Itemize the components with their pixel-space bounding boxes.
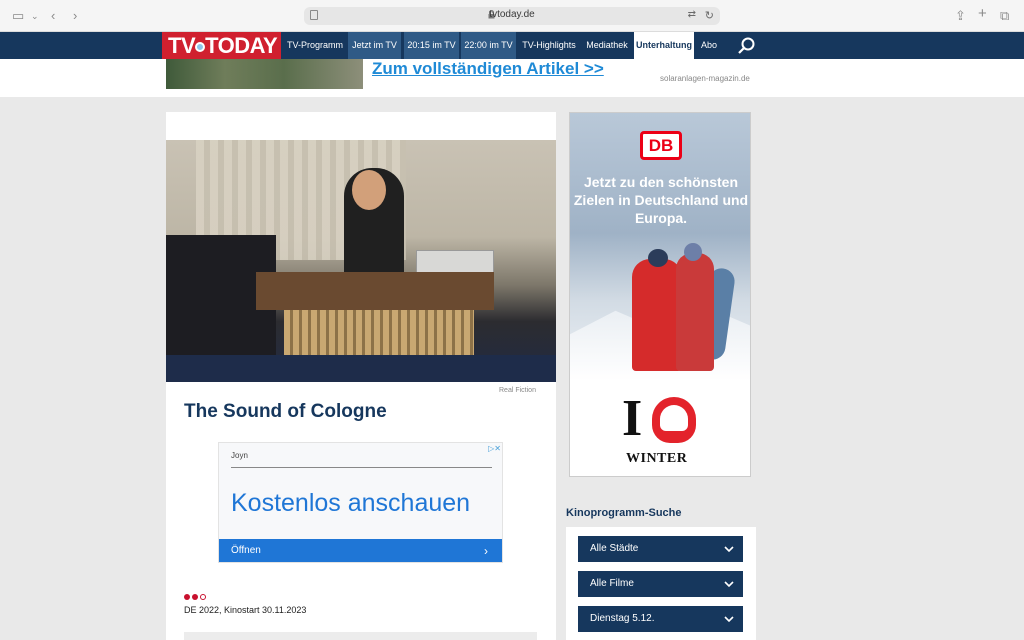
joyn-divider bbox=[231, 467, 492, 468]
tabs-overview-icon[interactable]: ⧉ bbox=[1000, 8, 1009, 24]
film-select[interactable]: Alle Filme bbox=[578, 571, 743, 597]
chevron-down-icon[interactable]: ⌄ bbox=[31, 8, 39, 24]
db-ad-text: Jetzt zu den schönsten Zielen in Deutsch… bbox=[573, 174, 749, 226]
nav-abo[interactable]: Abo bbox=[696, 32, 722, 59]
rating-dot-filled bbox=[184, 594, 190, 600]
logo-letter-i: I bbox=[622, 390, 643, 447]
chevron-down-icon bbox=[724, 546, 734, 553]
rating-dots bbox=[184, 587, 208, 605]
browser-toolbar: ▭ ⌄ ‹ › tvtoday.de ⇄ ↻ ⇪ + ⧉ bbox=[0, 0, 1024, 32]
joyn-ad[interactable]: ▷✕ Joyn Kostenlos anschauen Öffnen › bbox=[218, 442, 503, 563]
city-select[interactable]: Alle Städte bbox=[578, 536, 743, 562]
article-title: The Sound of Cologne bbox=[184, 401, 387, 422]
new-tab-icon[interactable]: + bbox=[978, 6, 987, 22]
nav-unterhaltung[interactable]: Unterhaltung bbox=[634, 32, 694, 59]
ad-headline-link[interactable]: Zum vollständigen Artikel >> bbox=[372, 59, 604, 79]
db-logo: DB bbox=[640, 131, 682, 160]
chevron-down-icon bbox=[724, 581, 734, 588]
train-icon bbox=[660, 405, 688, 431]
chevron-down-icon bbox=[724, 616, 734, 623]
rating-dot-empty bbox=[200, 594, 206, 600]
image-floor bbox=[166, 355, 556, 382]
url-text: tvtoday.de bbox=[489, 9, 535, 20]
image-musician-head bbox=[352, 170, 386, 210]
nav-tv-highlights[interactable]: TV-Highlights bbox=[518, 32, 580, 59]
back-icon[interactable]: ‹ bbox=[51, 8, 55, 24]
image-marimba bbox=[256, 272, 494, 310]
ad-source: solaranlagen-magazin.de bbox=[660, 74, 750, 83]
db-ad-skier bbox=[632, 259, 682, 371]
nav-2200-im-tv[interactable]: 22:00 im TV bbox=[461, 32, 516, 59]
film-select-value: Alle Filme bbox=[590, 578, 634, 589]
nav-2015-im-tv[interactable]: 20:15 im TV bbox=[404, 32, 459, 59]
sidebar-toggle-icon[interactable]: ▭ bbox=[12, 8, 24, 24]
top-ad-banner[interactable]: Zum vollständigen Artikel >> solaranlage… bbox=[0, 59, 1024, 97]
db-ad[interactable]: ▷✕ DB Jetzt zu den schönsten Zielen in D… bbox=[569, 112, 751, 477]
search-icon[interactable] bbox=[736, 36, 756, 56]
db-ad-helmet bbox=[648, 249, 668, 267]
nav-jetzt-im-tv[interactable]: Jetzt im TV bbox=[348, 32, 401, 59]
joyn-brand: Joyn bbox=[231, 451, 248, 460]
image-credit: Real Fiction bbox=[499, 387, 536, 394]
nav-tv-programm[interactable]: TV-Programm bbox=[284, 32, 346, 59]
logo-dot-icon bbox=[195, 42, 206, 52]
translate-icon[interactable]: ⇄ bbox=[688, 9, 696, 20]
city-select-value: Alle Städte bbox=[590, 543, 639, 554]
date-select[interactable]: Dienstag 5.12. bbox=[578, 606, 743, 632]
ad-choices-icon[interactable]: ▷✕ bbox=[488, 444, 501, 453]
ad-thumbnail-image[interactable] bbox=[166, 59, 363, 89]
db-ad-snowboarder bbox=[676, 253, 714, 371]
article-meta: DE 2022, Kinostart 30.11.2023 bbox=[184, 605, 307, 615]
joyn-cta[interactable]: Kostenlos anschauen bbox=[231, 489, 470, 518]
address-bar[interactable]: tvtoday.de ⇄ ↻ bbox=[304, 7, 720, 25]
db-ad-helmet bbox=[684, 243, 702, 261]
site-logo[interactable]: TV TODAY bbox=[162, 32, 281, 59]
date-select-value: Dienstag 5.12. bbox=[590, 613, 655, 624]
i-love-winter-logo: I WINTER bbox=[622, 391, 702, 471]
rating-dot-filled bbox=[192, 594, 198, 600]
db-ad-tagline: WINTER bbox=[626, 451, 688, 466]
article-image bbox=[166, 140, 556, 382]
kino-heading: Kinoprogramm-Suche bbox=[566, 507, 682, 519]
nav-mediathek[interactable]: Mediathek bbox=[582, 32, 632, 59]
reload-icon[interactable]: ↻ bbox=[705, 9, 714, 22]
joyn-open-button[interactable]: Öffnen bbox=[219, 539, 502, 562]
forward-icon[interactable]: › bbox=[73, 8, 77, 24]
share-icon[interactable]: ⇪ bbox=[955, 8, 966, 24]
content-placeholder bbox=[184, 632, 537, 640]
chevron-right-icon: › bbox=[484, 544, 488, 558]
